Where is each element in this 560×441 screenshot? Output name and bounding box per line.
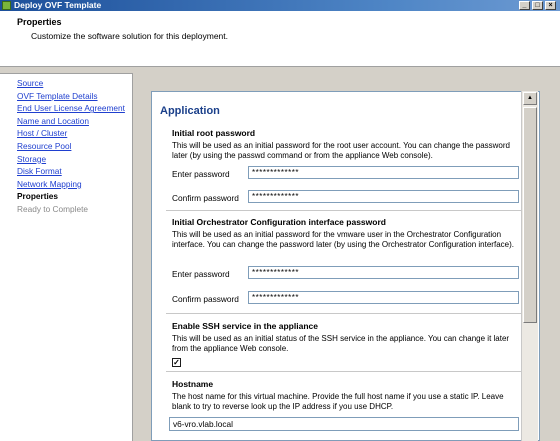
scroll-up-arrow-icon[interactable]: ▲: [523, 92, 537, 105]
ssh-description: This will be used as an initial status o…: [172, 334, 510, 353]
nav-item-host-cluster[interactable]: Host / Cluster: [0, 127, 132, 140]
orchestrator-confirm-password-label: Confirm password: [172, 294, 239, 304]
hostname-description: The host name for this virtual machine. …: [172, 392, 504, 411]
root-confirm-password-label: Confirm password: [172, 193, 239, 203]
ssh-enable-checkbox[interactable]: ✓: [172, 358, 181, 367]
window-title: Deploy OVF Template: [14, 0, 102, 10]
ssh-title: Enable SSH service in the appliance: [172, 321, 318, 331]
properties-form: Application Initial root password This w…: [151, 91, 540, 441]
page-title: Properties: [17, 17, 62, 27]
nav-item-source[interactable]: Source: [0, 77, 132, 90]
app-icon: [2, 1, 11, 10]
orchestrator-confirm-password-input[interactable]: *************: [248, 291, 519, 304]
root-password-description: This will be used as an initial password…: [172, 141, 510, 160]
hostname-title: Hostname: [172, 379, 214, 389]
page-subtitle: Customize the software solution for this…: [31, 31, 229, 41]
section-divider: [166, 313, 522, 314]
nav-item-ready-to-complete: Ready to Complete: [17, 203, 89, 214]
root-confirm-password-input[interactable]: *************: [248, 190, 519, 203]
nav-item-storage[interactable]: Storage: [0, 153, 132, 166]
nav-item-ovf-template-details[interactable]: OVF Template Details: [0, 90, 132, 103]
root-enter-password-input[interactable]: *************: [248, 166, 519, 179]
section-divider: [166, 210, 522, 211]
nav-item-name-and-location[interactable]: Name and Location: [0, 115, 132, 128]
minimize-button[interactable]: _: [519, 1, 530, 10]
orchestrator-enter-password-input[interactable]: *************: [248, 266, 519, 279]
root-password-title: Initial root password: [172, 128, 256, 138]
root-enter-password-label: Enter password: [172, 169, 230, 179]
orchestrator-enter-password-label: Enter password: [172, 269, 230, 279]
hostname-input[interactable]: v6-vro.vlab.local: [169, 417, 519, 431]
nav-item-properties: Properties: [17, 191, 59, 202]
nav-item-eula[interactable]: End User License Agreement: [0, 102, 132, 115]
content-scrollbar[interactable]: ▲: [521, 91, 538, 441]
wizard-header: Properties Customize the software soluti…: [0, 11, 560, 67]
close-button[interactable]: ×: [545, 1, 556, 10]
nav-item-resource-pool[interactable]: Resource Pool: [0, 140, 132, 153]
nav-item-disk-format[interactable]: Disk Format: [0, 165, 132, 178]
orchestrator-password-description: This will be used as an initial password…: [172, 230, 514, 249]
maximize-button[interactable]: □: [532, 1, 543, 10]
nav-item-network-mapping[interactable]: Network Mapping: [0, 178, 132, 191]
section-divider: [166, 371, 522, 372]
scroll-thumb[interactable]: [523, 107, 537, 323]
section-title-application: Application: [160, 105, 220, 117]
orchestrator-password-title: Initial Orchestrator Configuration inter…: [172, 217, 386, 227]
window-titlebar[interactable]: Deploy OVF Template _ □ ×: [0, 0, 560, 11]
wizard-steps-nav: Source OVF Template Details End User Lic…: [0, 73, 133, 441]
